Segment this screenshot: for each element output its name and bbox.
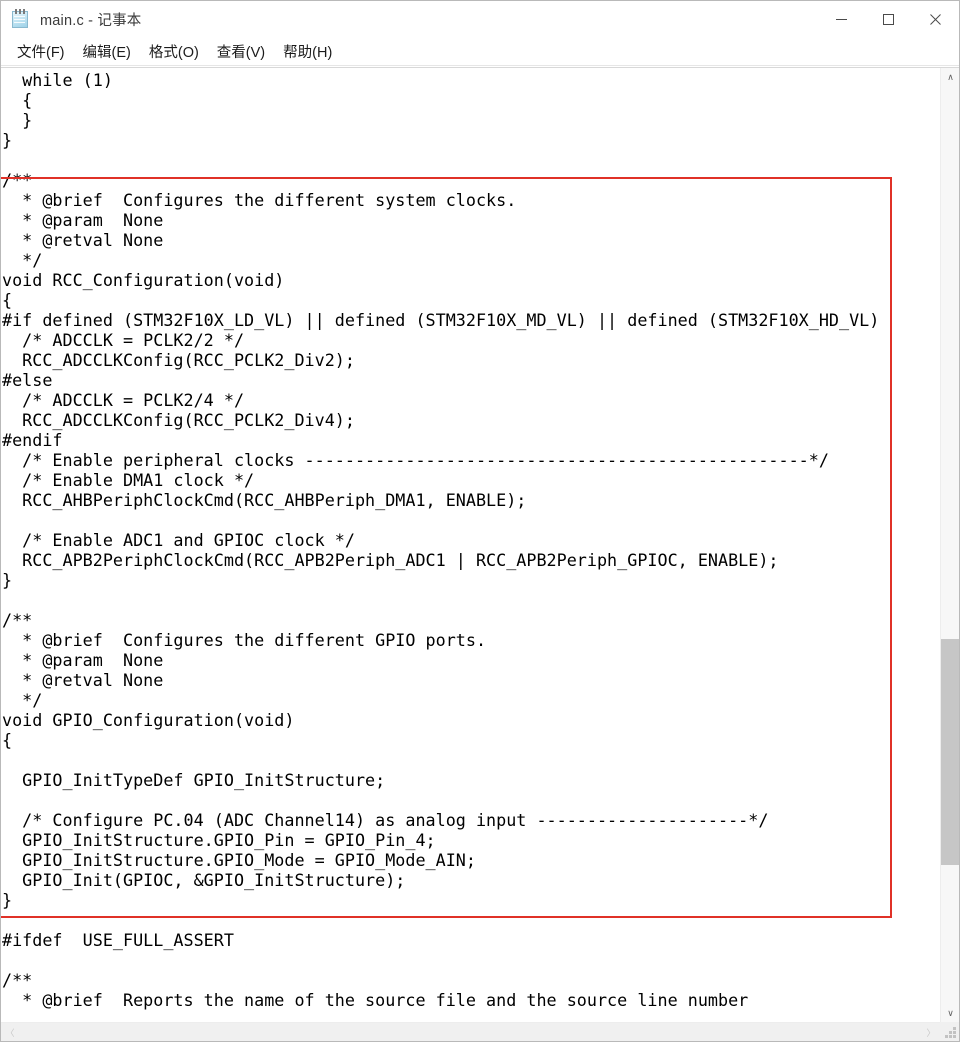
scroll-up-arrow-icon[interactable]: ∧	[941, 68, 959, 86]
maximize-button[interactable]	[865, 1, 912, 38]
menu-view[interactable]: 查看(V)	[208, 38, 274, 66]
vertical-scrollbar[interactable]: ∧ ∨	[940, 68, 959, 1022]
minimize-icon	[836, 19, 847, 20]
horizontal-scrollbar-track[interactable]	[19, 1023, 922, 1041]
window-title: main.c - 记事本	[40, 13, 142, 29]
scroll-down-arrow-icon[interactable]: ∨	[941, 1004, 959, 1022]
window-controls	[818, 1, 959, 38]
notepad-icon	[10, 8, 32, 31]
scroll-right-arrow-icon[interactable]: 〉	[922, 1023, 940, 1041]
close-icon	[930, 14, 941, 25]
text-editor-area[interactable]: while (1) { } } /** * @brief Configures …	[1, 68, 940, 1022]
menu-edit[interactable]: 编辑(E)	[74, 38, 140, 66]
source-code-text[interactable]: while (1) { } } /** * @brief Configures …	[2, 70, 879, 1010]
vertical-scrollbar-thumb[interactable]	[941, 639, 959, 865]
editor-frame: while (1) { } } /** * @brief Configures …	[1, 67, 959, 1041]
maximize-icon	[883, 14, 894, 25]
scroll-left-arrow-icon[interactable]: 〈	[1, 1023, 19, 1041]
minimize-button[interactable]	[818, 1, 865, 38]
close-button[interactable]	[912, 1, 959, 38]
notepad-window: main.c - 记事本 文件(F) 编辑(E) 格式(O) 查看(V) 帮助(…	[0, 0, 960, 1042]
menu-bar: 文件(F) 编辑(E) 格式(O) 查看(V) 帮助(H)	[1, 38, 959, 66]
resize-grip[interactable]	[940, 1022, 959, 1041]
menu-file[interactable]: 文件(F)	[8, 38, 74, 66]
menu-format[interactable]: 格式(O)	[140, 38, 208, 66]
horizontal-scrollbar[interactable]: 〈 〉	[1, 1022, 940, 1041]
title-bar: main.c - 记事本	[1, 1, 959, 38]
menu-help[interactable]: 帮助(H)	[274, 38, 341, 66]
